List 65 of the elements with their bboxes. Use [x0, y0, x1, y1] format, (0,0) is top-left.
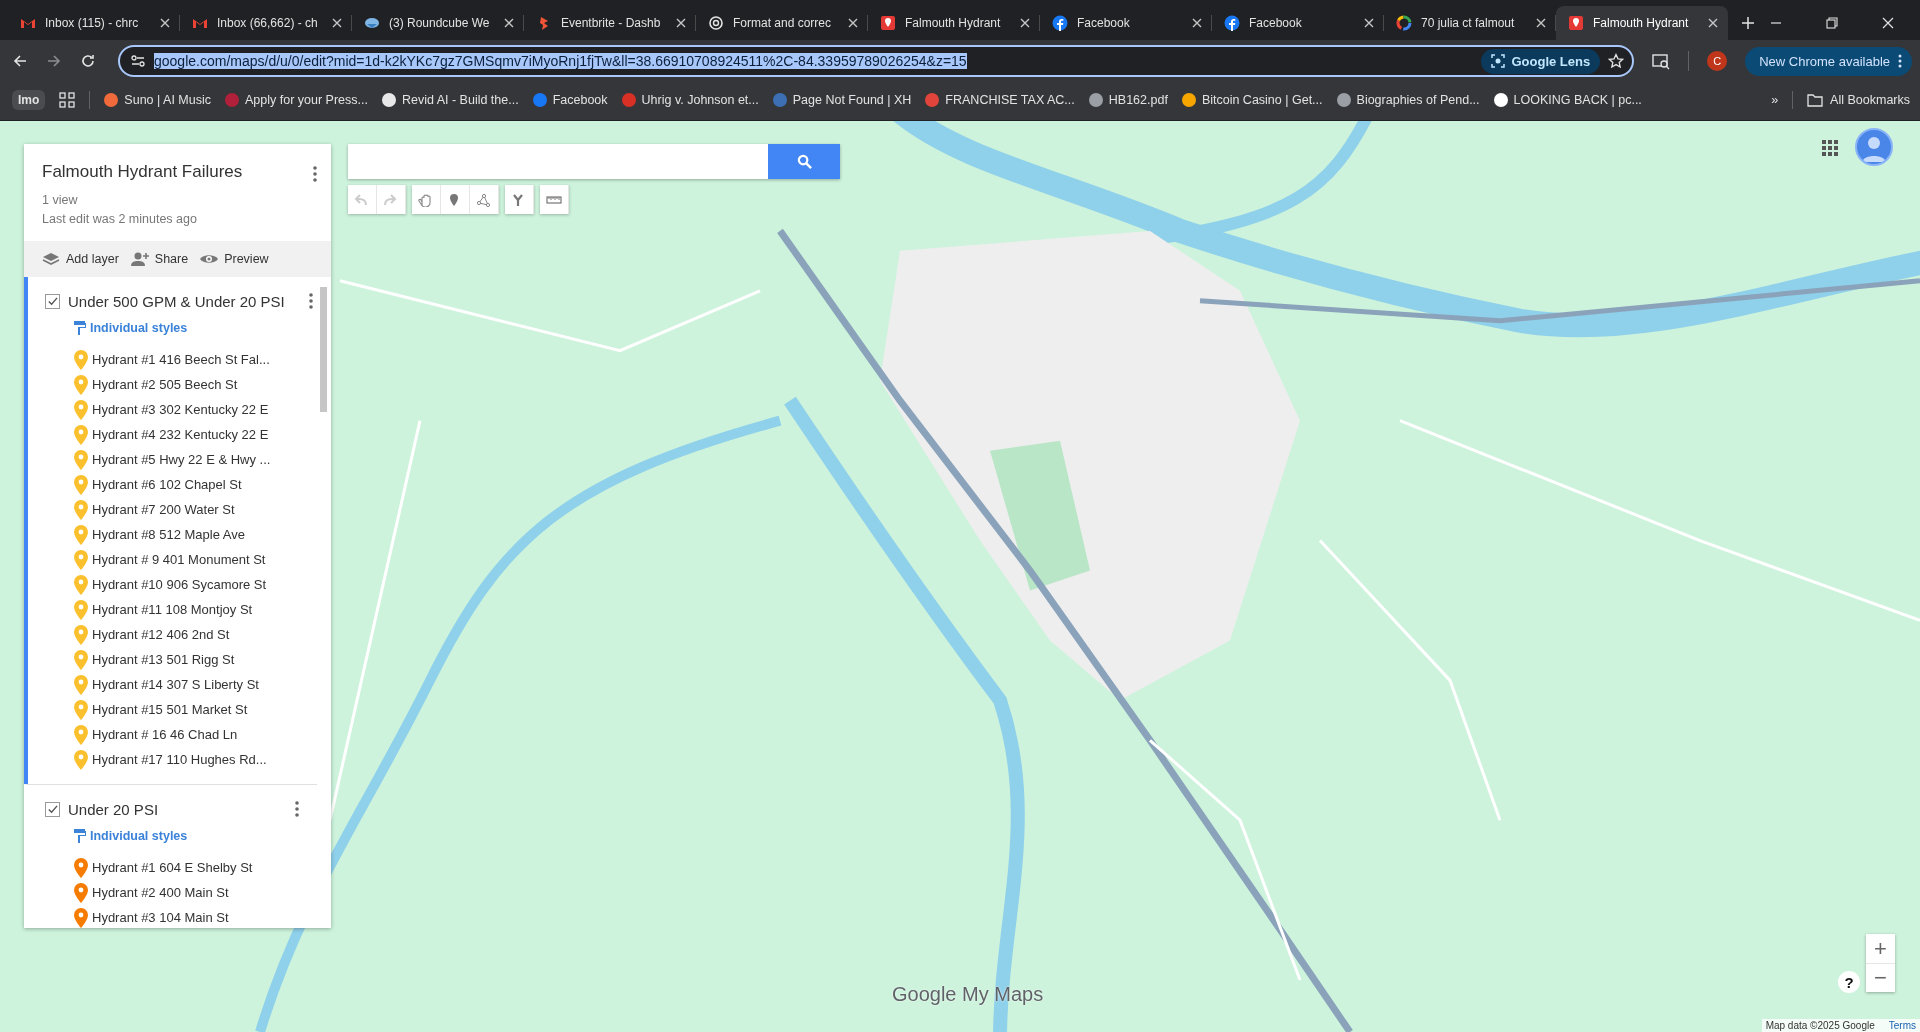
- panel-action-button[interactable]: Add layer: [42, 251, 119, 267]
- placemark-item[interactable]: Hydrant #2 400 Main St: [28, 880, 317, 905]
- map-attribution: Map data ©2025 Google: [1765, 1020, 1875, 1031]
- bookmark[interactable]: Revid AI - Build the...: [381, 93, 519, 107]
- placemark-item[interactable]: Hydrant # 16 46 Chad Ln: [28, 722, 331, 747]
- bookmark[interactable]: LOOKING BACK | pc...: [1493, 93, 1642, 107]
- browser-tab[interactable]: (3) Roundcube We: [352, 6, 524, 40]
- browser-tab[interactable]: Inbox (115) - chrc: [8, 6, 180, 40]
- browser-tab[interactable]: Facebook: [1040, 6, 1212, 40]
- more-bookmarks-button[interactable]: »: [1771, 93, 1779, 107]
- bookmark[interactable]: Apply for your Press...: [224, 93, 368, 107]
- bookmark[interactable]: FRANCHISE TAX AC...: [925, 93, 1075, 107]
- placemark-item[interactable]: Hydrant #12 406 2nd St: [28, 622, 331, 647]
- placemark-item[interactable]: Hydrant #5 Hwy 22 E & Hwy ...: [28, 447, 331, 472]
- browser-tab[interactable]: Facebook: [1212, 6, 1384, 40]
- url-text: google.com/maps/d/u/0/edit?mid=1d-k2kYKc7gz7GMSqmv7iMyoRnj1fjTw&ll=38.66910708924511%2C-84.33959789026254&z=15: [154, 53, 967, 69]
- placemark-item[interactable]: Hydrant #6 102 Chapel St: [28, 472, 331, 497]
- layer-name: Under 20 PSI: [68, 800, 160, 818]
- browser-tab[interactable]: Falmouth Hydrant: [868, 6, 1040, 40]
- last-edit-text: Last edit was 2 minutes ago: [42, 211, 198, 228]
- terms-link[interactable]: Terms: [1888, 1020, 1916, 1031]
- placemark-item[interactable]: Hydrant #10 906 Sycamore St: [28, 572, 331, 597]
- panel-action-button[interactable]: Share: [130, 251, 189, 267]
- placemark-item[interactable]: Hydrant #1 416 Beech St Fal...: [28, 347, 331, 372]
- placemark-item[interactable]: Hydrant #13 501 Rigg St: [28, 647, 331, 672]
- bookmark[interactable]: Bitcoin Casino | Get...: [1181, 93, 1323, 107]
- address-bar[interactable]: google.com/maps/d/u/0/edit?mid=1d-k2kYKc7gz7GMSqmv7iMyoRnj1fjTw&ll=38.66910708924511%2C-84.33959789026254&z=15 Google Lens: [118, 45, 1635, 77]
- all-bookmarks-button[interactable]: All Bookmarks: [1807, 93, 1910, 107]
- zoom-in-button[interactable]: +: [1866, 934, 1895, 963]
- individual-styles-link[interactable]: Individual styles: [28, 823, 317, 849]
- placemark-item[interactable]: Hydrant #15 501 Market St: [28, 697, 331, 722]
- placemark-item[interactable]: Hydrant #17 110 Hughes Rd...: [28, 747, 331, 772]
- placemark-item[interactable]: Hydrant #7 200 Water St: [28, 497, 331, 522]
- browser-tab[interactable]: Inbox (66,662) - ch: [180, 6, 352, 40]
- bookmark[interactable]: HB162.pdf: [1088, 93, 1168, 107]
- map-title: Falmouth Hydrant Failures: [42, 162, 244, 182]
- layer-name: Under 500 GPM & Under 20 PSI: [68, 292, 286, 310]
- profile-avatar[interactable]: C: [1707, 51, 1728, 71]
- profile-chip[interactable]: Imo: [12, 90, 46, 110]
- placemark-item[interactable]: Hydrant #14 307 S Liberty St: [28, 672, 331, 697]
- individual-styles-link[interactable]: Individual styles: [28, 315, 331, 341]
- zoom-out-button[interactable]: −: [1866, 963, 1895, 992]
- bookmark[interactable]: Biographies of Pend...: [1336, 93, 1480, 107]
- layer-section[interactable]: Under 20 PSI Individual styles Hydrant #1 604 E Shelby St Hydrant #2 400 Main St Hydrant #3 104 Main St: [24, 784, 317, 928]
- bookmark[interactable]: Suno | AI Music: [104, 93, 211, 107]
- view-count: 1 view: [42, 192, 79, 209]
- placemark-item[interactable]: Hydrant #3 302 Kentucky 22 E: [28, 397, 331, 422]
- placemark-item[interactable]: Hydrant #3 104 Main St: [28, 905, 317, 928]
- placemark-item[interactable]: Hydrant #1 604 E Shelby St: [28, 855, 317, 880]
- map-logo: Google My Maps: [892, 983, 1044, 1006]
- browser-tab[interactable]: 70 julia ct falmout: [1384, 6, 1556, 40]
- placemark-item[interactable]: Hydrant #2 505 Beech St: [28, 372, 331, 397]
- placemark-item[interactable]: Hydrant #8 512 Maple Ave: [28, 522, 331, 547]
- bookmark[interactable]: Uhrig v. Johnson et...: [621, 93, 759, 107]
- panel-action-button[interactable]: Preview: [200, 251, 269, 267]
- update-button[interactable]: New Chrome available: [1745, 46, 1912, 76]
- placemark-item[interactable]: Hydrant #11 108 Montjoy St: [28, 597, 331, 622]
- placemark-item[interactable]: Hydrant #4 232 Kentucky 22 E: [28, 422, 331, 447]
- browser-tab[interactable]: Eventbrite - Dashb: [524, 6, 696, 40]
- bookmark[interactable]: Facebook: [532, 93, 608, 107]
- browser-tab[interactable]: Falmouth Hydrant: [1556, 6, 1728, 40]
- browser-tab[interactable]: Format and correc: [696, 6, 868, 40]
- placemark-item[interactable]: Hydrant # 9 401 Monument St: [28, 547, 331, 572]
- lens-button[interactable]: Google Lens: [1481, 48, 1601, 74]
- bookmark[interactable]: Page Not Found | XH: [772, 93, 912, 107]
